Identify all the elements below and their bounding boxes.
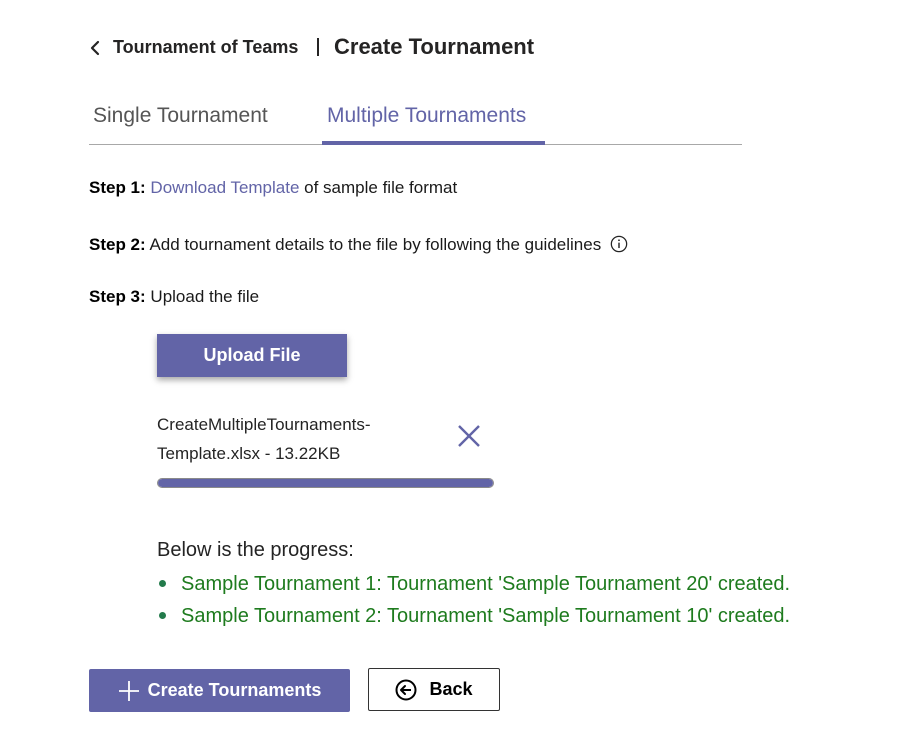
file-name-line-2: Template.xlsx - 13.22KB: [157, 444, 341, 463]
step-3-text: Upload the file: [145, 287, 260, 306]
close-icon[interactable]: [456, 423, 482, 449]
tab-single-tournament[interactable]: Single Tournament: [93, 104, 268, 128]
progress-item-text: Sample Tournament 1: Tournament 'Sample …: [181, 573, 791, 595]
bullet: [159, 612, 166, 619]
page-title: Create Tournament: [334, 34, 535, 59]
file-name-line-1: CreateMultipleTournaments-: [157, 415, 371, 434]
bullet: [159, 580, 166, 587]
step-3: Step 3: Upload the file: [89, 287, 259, 307]
chevron-left-icon[interactable]: [88, 40, 102, 56]
progress-item-text: Sample Tournament 2: Tournament 'Sample …: [181, 605, 791, 627]
uploaded-file-name: CreateMultipleTournaments- Template.xlsx…: [157, 410, 417, 468]
arrow-left-circle-icon: [395, 679, 417, 700]
progress-heading: Below is the progress:: [157, 539, 354, 561]
step-1: Step 1: Download Template of sample file…: [89, 178, 457, 198]
upload-progress-bar: [157, 478, 494, 488]
upload-progress-fill: [158, 479, 493, 487]
step-2-label: Step 2:: [89, 235, 146, 254]
back-label: Back: [429, 679, 473, 699]
step-1-label: Step 1:: [89, 178, 146, 197]
info-icon[interactable]: [610, 235, 628, 253]
step-2-text: Add tournament details to the file by fo…: [145, 235, 602, 254]
download-template-link[interactable]: Download Template: [150, 178, 299, 197]
step-2: Step 2: Add tournament details to the fi…: [89, 235, 628, 255]
list-item: Sample Tournament 2: Tournament 'Sample …: [157, 602, 790, 634]
back-button[interactable]: Back: [368, 668, 500, 711]
step-3-label: Step 3:: [89, 287, 146, 306]
breadcrumb[interactable]: Tournament of Teams: [113, 37, 298, 58]
step-1-text: of sample file format: [299, 178, 458, 197]
breadcrumb-separator: [317, 38, 319, 56]
active-tab-indicator: [322, 141, 545, 145]
progress-list: Sample Tournament 1: Tournament 'Sample …: [157, 570, 790, 634]
plus-icon: [118, 680, 139, 701]
list-item: Sample Tournament 1: Tournament 'Sample …: [157, 570, 790, 602]
tab-multiple-tournaments[interactable]: Multiple Tournaments: [327, 104, 526, 128]
create-tournaments-label: Create Tournaments: [147, 680, 322, 700]
create-tournaments-button[interactable]: Create Tournaments: [89, 669, 350, 712]
upload-file-button[interactable]: Upload File: [157, 334, 347, 377]
